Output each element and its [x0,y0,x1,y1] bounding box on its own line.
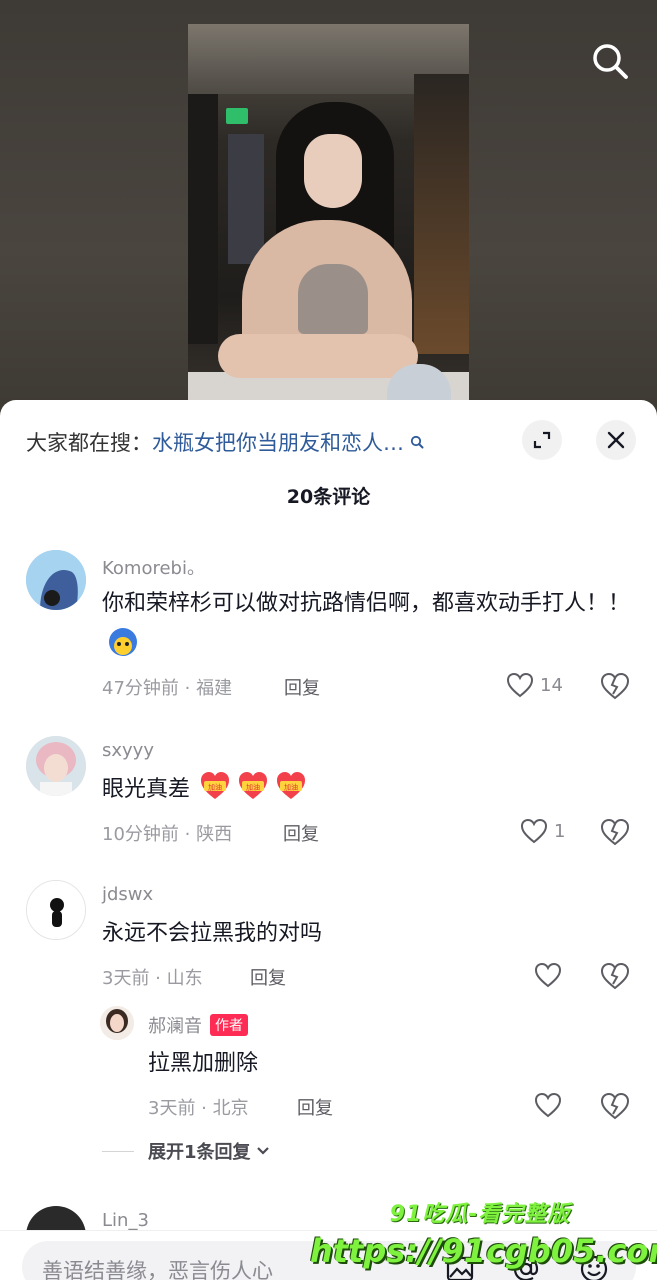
comment-text: 眼光真差 加油 加油 加油 [102,770,642,816]
video-person-arms [218,334,418,378]
watermark-line1: 91吃瓜-看完整版 [389,1202,571,1227]
hot-search-query[interactable]: 水瓶女把你当朋友和恋人… [152,427,404,457]
close-button[interactable] [596,420,636,460]
heart-icon [520,818,548,844]
close-icon [607,431,625,449]
chevron-down-icon [256,1147,269,1155]
dislike-icon[interactable] [600,672,630,700]
comment-count: 20条评论 [286,486,371,508]
expand-replies-button[interactable]: 展开1条回复 [102,1138,271,1164]
jiayou-emoji: 加油 加油 加油 [199,770,309,816]
expand-button[interactable] [522,420,562,460]
avatar-image [26,550,86,610]
emoji-sticker [106,624,140,658]
author-badge: 作者 [210,1014,248,1036]
divider [102,1150,134,1152]
avatar-image [100,1006,134,1040]
avatar[interactable] [26,736,86,796]
hot-search-prefix: 大家都在搜： [26,431,152,455]
dislike-icon[interactable] [600,1092,630,1120]
comment-time-location: 10分钟前 · 陕西 [102,824,233,845]
watermark-url: https://91cgb05.com [310,1232,657,1270]
svg-text:加油: 加油 [208,783,222,792]
reply-username-text: 郝澜音 [148,1016,202,1037]
like-button[interactable]: 14 [506,672,563,698]
like-count: 1 [554,820,566,842]
comment-text-content: 眼光真差 [102,777,191,802]
video-window [188,94,218,344]
like-button[interactable]: 1 [520,818,565,844]
comment-username[interactable]: jdswx [102,884,153,905]
svg-text:加油: 加油 [284,783,298,792]
search-icon [410,435,424,449]
comment-username[interactable]: Komorebi。 [102,554,205,580]
search-icon[interactable] [589,40,631,82]
like-button[interactable] [534,1092,562,1118]
reply-button[interactable]: 回复 [284,674,320,700]
reply-button[interactable]: 回复 [297,1094,333,1120]
comment-sheet: 大家都在搜： 水瓶女把你当朋友和恋人… 20条评论 Komorebi。 你和荣梓… [0,400,657,1280]
like-count: 14 [540,674,563,696]
comment-input-placeholder: 善语结善缘，恶言伤人心 [42,1259,273,1280]
video-shelf [228,134,264,264]
comment-time-location: 47分钟前 · 福建 [102,678,233,699]
video-window-right [414,74,469,354]
watermark: 91吃瓜-看完整版 https://91cgb05.com [310,1196,657,1270]
reply-button[interactable]: 回复 [283,820,319,846]
reply-username[interactable]: 郝澜音 作者 [148,1012,248,1038]
heart-icon [534,1092,562,1118]
avatar[interactable] [26,880,86,940]
comment-username[interactable]: Lin_3 [102,1210,149,1231]
reply-time-location: 3天前 · 北京 [148,1098,249,1119]
svg-text:加油: 加油 [246,783,260,792]
video-person-top [298,264,368,334]
avatar[interactable] [26,550,86,610]
reply-text: 拉黑加删除 [148,1051,259,1076]
like-button[interactable] [534,962,562,988]
comment-username[interactable]: sxyyy [102,740,154,761]
reply-button[interactable]: 回复 [250,964,286,990]
video-frame[interactable] [188,24,469,414]
expand-replies-label: 展开1条回复 [148,1142,251,1163]
heart-icon [506,672,534,698]
comment-text-content: 你和荣梓杉可以做对抗路情侣啊，都喜欢动手打人！！ [102,591,631,616]
comment-time-location: 3天前 · 山东 [102,968,203,989]
heart-icon [534,962,562,988]
avatar-image [27,881,85,939]
comment-text: 你和荣梓杉可以做对抗路情侣啊，都喜欢动手打人！！ [102,584,642,666]
avatar[interactable] [100,1006,134,1040]
video-person-face [304,134,362,208]
dislike-icon[interactable] [600,818,630,846]
hot-search-bar[interactable]: 大家都在搜： 水瓶女把你当朋友和恋人… [26,426,424,458]
comment-text: 永远不会拉黑我的对吗 [102,921,323,946]
expand-icon [533,431,551,449]
avatar-image [26,736,86,796]
dislike-icon[interactable] [600,962,630,990]
video-exit-sign [226,108,248,124]
